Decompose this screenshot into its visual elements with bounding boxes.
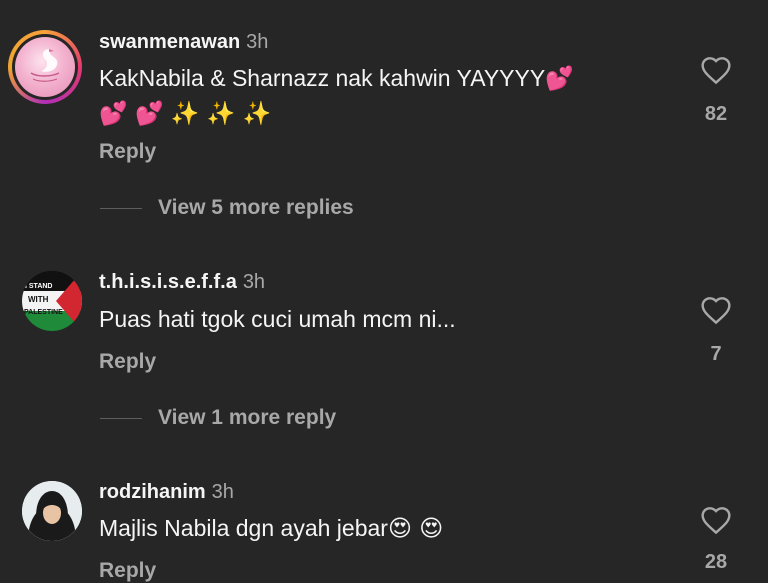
comment-timestamp: 3h [211, 481, 234, 503]
heart-eyes-emoji: 😍 😍 [387, 516, 444, 542]
comment-text: KakNabila & Sharnazz nak kahwin YAYYYY 💕 … [99, 61, 574, 131]
view-more-label[interactable]: View 5 more replies [158, 196, 354, 220]
reply-button[interactable]: Reply [99, 140, 156, 164]
svg-text:I STAND: I STAND [25, 283, 52, 290]
comment-text-line: KakNabila & Sharnazz nak kahwin YAYYYY [99, 65, 546, 91]
reply-button[interactable]: Reply [99, 559, 156, 583]
comment-text: Puas hati tgok cuci umah mcm ni... [99, 306, 456, 332]
swan-logo-icon [30, 49, 60, 82]
heart-outline-icon[interactable] [700, 295, 732, 325]
comment-username[interactable]: t.h.i.s.i.s.e.f.f.a 3h [99, 271, 265, 294]
like-count: 28 [704, 551, 728, 573]
divider-line [100, 208, 142, 209]
comment-timestamp: 3h [246, 31, 269, 53]
avatar[interactable] [8, 30, 82, 104]
view-more-label[interactable]: View 1 more reply [158, 406, 336, 430]
comment-username[interactable]: swanmenawan 3h [99, 31, 268, 54]
username-text[interactable]: rodzihanim [99, 481, 206, 503]
like-count: 7 [710, 343, 722, 365]
comment-username[interactable]: rodzihanim 3h [99, 481, 234, 504]
svg-text:WITH: WITH [28, 295, 49, 304]
avatar[interactable] [22, 481, 82, 541]
profile-photo-icon [22, 481, 82, 541]
heart-outline-icon[interactable] [700, 505, 732, 535]
like-count: 82 [704, 103, 728, 125]
comment-text-line: Majlis Nabila dgn ayah jebar [99, 515, 388, 541]
divider-line [100, 418, 142, 419]
reply-button[interactable]: Reply [99, 350, 156, 374]
avatar[interactable]: I STAND WITH PALESTINE [22, 271, 82, 331]
comment-text: Majlis Nabila dgn ayah jebar😍 😍 [99, 511, 443, 546]
comment-timestamp: 3h [242, 271, 266, 293]
svg-text:PALESTINE: PALESTINE [24, 309, 63, 316]
palestine-flag-avatar-icon: I STAND WITH PALESTINE [22, 271, 82, 331]
hearts-emoji: 💕 [545, 66, 574, 92]
hearts-sparkles-emoji: 💕 💕 ✨ ✨ ✨ [99, 101, 272, 127]
heart-outline-icon[interactable] [700, 55, 732, 85]
username-text[interactable]: swanmenawan [99, 31, 240, 53]
username-text[interactable]: t.h.i.s.i.s.e.f.f.a [99, 271, 237, 293]
